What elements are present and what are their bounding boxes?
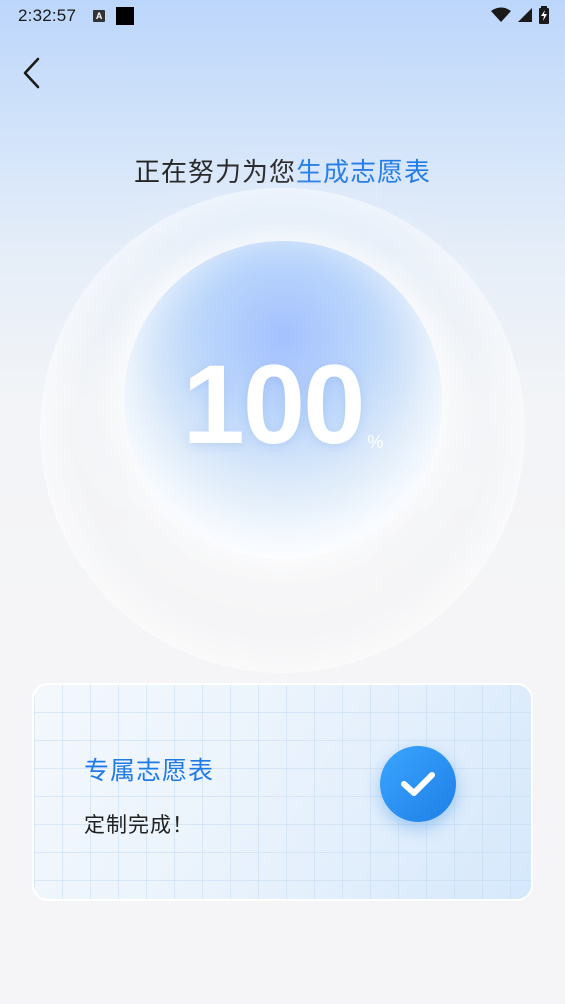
cell-signal-icon <box>518 8 532 22</box>
result-card-subtitle: 定制完成！ <box>84 813 194 837</box>
notification-square-icon <box>116 7 135 25</box>
headline-highlight: 生成志愿表 <box>296 158 432 188</box>
check-icon <box>401 772 435 796</box>
headline-prefix: 正在努力为您 <box>133 158 296 188</box>
result-card-title: 专属志愿表 <box>84 756 215 785</box>
notification-a-icon: A <box>93 10 106 22</box>
chevron-left-icon <box>23 57 40 89</box>
progress-value: 100 <box>182 342 366 467</box>
status-icons <box>491 6 549 24</box>
status-bar: 2:32:57 A <box>0 0 565 32</box>
page-headline: 正在努力为您生成志愿表 <box>0 152 565 189</box>
result-card[interactable]: 专属志愿表 定制完成！ <box>32 683 533 901</box>
progress-unit: % <box>367 431 384 452</box>
wifi-icon <box>491 7 511 22</box>
battery-charging-icon <box>539 6 549 24</box>
completed-badge <box>380 746 456 822</box>
status-time: 2:32:57 <box>18 6 77 25</box>
progress-indicator: 100 % <box>124 241 442 559</box>
back-button[interactable] <box>14 55 50 91</box>
